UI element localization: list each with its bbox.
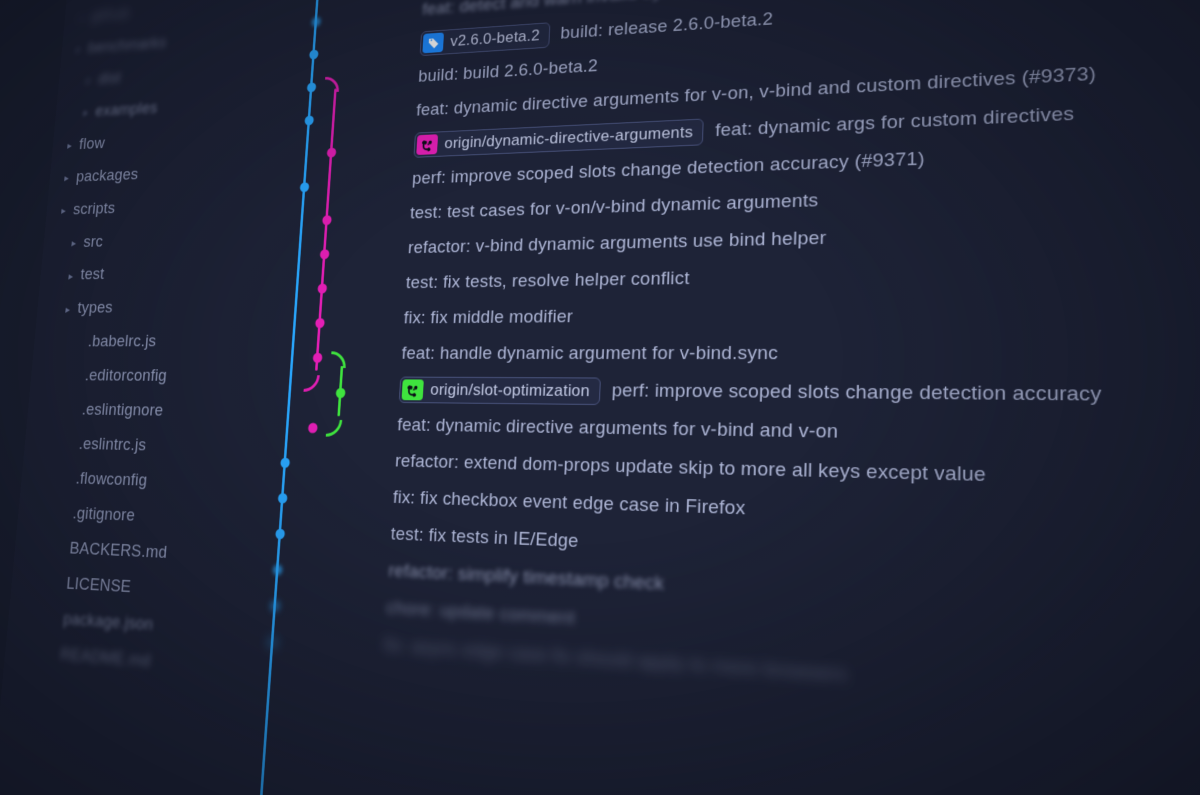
commit-node-icon[interactable] — [270, 600, 280, 611]
file--eslintrc-js[interactable]: ·.eslintrc.js — [37, 427, 251, 466]
tree-item-label: flow — [78, 128, 106, 162]
tree-item-label: package.json — [62, 602, 155, 644]
tree-item-label: src — [82, 226, 104, 260]
commit-node-icon[interactable] — [307, 423, 317, 433]
folder-src[interactable]: ▸src — [55, 221, 266, 260]
commit-node-icon[interactable] — [312, 353, 322, 363]
commit-node-icon[interactable] — [326, 148, 336, 158]
tree-item-label: types — [76, 292, 114, 326]
tree-item-label: BACKERS.md — [68, 532, 168, 572]
pill-label: origin/slot-optimization — [430, 381, 590, 401]
commit-node-icon[interactable] — [306, 82, 316, 92]
commit-node-icon[interactable] — [272, 564, 282, 575]
commit-message: refactor: v-bind dynamic arguments use b… — [407, 228, 826, 259]
folder-types[interactable]: ▸types — [49, 290, 261, 326]
tree-item-label: .eslintrc.js — [77, 428, 147, 464]
commit-node-icon[interactable] — [322, 215, 332, 225]
tag-pill[interactable]: v2.6.0-beta.2 — [420, 22, 551, 56]
chevron-right-icon: ▸ — [77, 8, 86, 28]
commit-node-icon[interactable] — [267, 637, 277, 648]
commit-message: perf: improve scoped slots change detect… — [611, 381, 1101, 408]
file--eslintignore[interactable]: ·.eslintignore — [40, 393, 254, 431]
commit-node-icon[interactable] — [315, 318, 325, 328]
tree-item-label: .editorconfig — [83, 360, 168, 395]
tree-item-label: .gitignore — [71, 497, 136, 534]
tree-item-label: examples — [94, 92, 159, 128]
commit-node-icon[interactable] — [311, 17, 321, 27]
commit-message: test: fix tests in IE/Edge — [390, 524, 579, 553]
tree-item-label: packages — [75, 158, 140, 193]
commit-message: test: fix tests, resolve helper conflict — [405, 268, 690, 293]
commit-message: fix: fix middle modifier — [403, 307, 573, 329]
commit-message: feat: handle dynamic argument for v-bind… — [401, 343, 778, 365]
pill-label: origin/dynamic-directive-arguments — [444, 123, 693, 153]
commit-node-icon[interactable] — [309, 49, 319, 59]
graph-lane-dynamic-directive — [315, 88, 337, 370]
chevron-right-icon: ▸ — [81, 102, 90, 123]
branch-pill[interactable]: origin/slot-optimization — [399, 377, 601, 405]
commit-node-icon[interactable] — [280, 458, 290, 468]
app-window: ▸node_modules▸github▸benchmarks▸dist▸exa… — [0, 0, 1200, 795]
commit-node-icon[interactable] — [277, 493, 287, 504]
tree-item-label: dist — [97, 62, 122, 96]
commit-message: test: test cases for v-on/v-bind dynamic… — [410, 190, 819, 224]
tree-item-label: github — [89, 0, 131, 33]
git-log-panel[interactable]: build: 2.6.0-beta.3build: fix feature fl… — [216, 0, 1200, 795]
pill-label: v2.6.0-beta.2 — [450, 27, 540, 51]
commit-node-icon[interactable] — [319, 249, 329, 259]
tree-item-label: README.md — [58, 638, 151, 681]
folder-test[interactable]: ▸test — [52, 255, 264, 293]
commit-node-icon[interactable] — [299, 182, 309, 192]
chevron-right-icon: ▸ — [74, 39, 83, 60]
tree-item-label: test — [79, 259, 106, 293]
chevron-right-icon: ▸ — [62, 168, 71, 189]
commit-message: build: build 2.6.0-beta.2 — [418, 56, 599, 87]
chevron-right-icon: ▸ — [59, 200, 68, 221]
viewport: ▸node_modules▸github▸benchmarks▸dist▸exa… — [0, 0, 1200, 795]
tree-item-label: .flowconfig — [74, 462, 148, 499]
branch-icon — [416, 134, 438, 155]
chevron-right-icon: ▸ — [84, 70, 93, 91]
commit-message: fix: fix checkbox event edge case in Fir… — [392, 487, 746, 520]
commit-node-icon[interactable] — [317, 283, 327, 293]
tag-icon — [422, 32, 444, 53]
commit-node-icon[interactable] — [304, 115, 314, 125]
file--babelrc-js[interactable]: ·.babelrc.js — [46, 325, 259, 360]
file--editorconfig[interactable]: ·.editorconfig — [43, 360, 256, 396]
chevron-right-icon: ▸ — [65, 135, 74, 156]
tree-item-label: .eslintignore — [80, 394, 164, 430]
commit-message: chore: update comment — [386, 598, 576, 631]
chevron-right-icon: ▸ — [69, 232, 78, 253]
branch-icon — [402, 379, 424, 400]
tree-item-label: .babelrc.js — [86, 325, 157, 359]
commit-list[interactable]: build: 2.6.0-beta.3build: fix feature fl… — [383, 0, 1200, 745]
commit-message: feat: dynamic directive arguments for v-… — [397, 415, 839, 444]
commit-node-icon[interactable] — [335, 388, 345, 398]
chevron-right-icon: ▸ — [63, 299, 72, 320]
chevron-right-icon: ▸ — [66, 265, 75, 286]
commit-message: refactor: simplify timestamp check — [388, 561, 665, 596]
tree-item-label: scripts — [72, 192, 117, 226]
commit-node-icon[interactable] — [275, 529, 285, 540]
tree-item-label: LICENSE — [65, 567, 132, 606]
commit-row[interactable]: feat: handle dynamic argument for v-bind… — [401, 332, 1200, 376]
